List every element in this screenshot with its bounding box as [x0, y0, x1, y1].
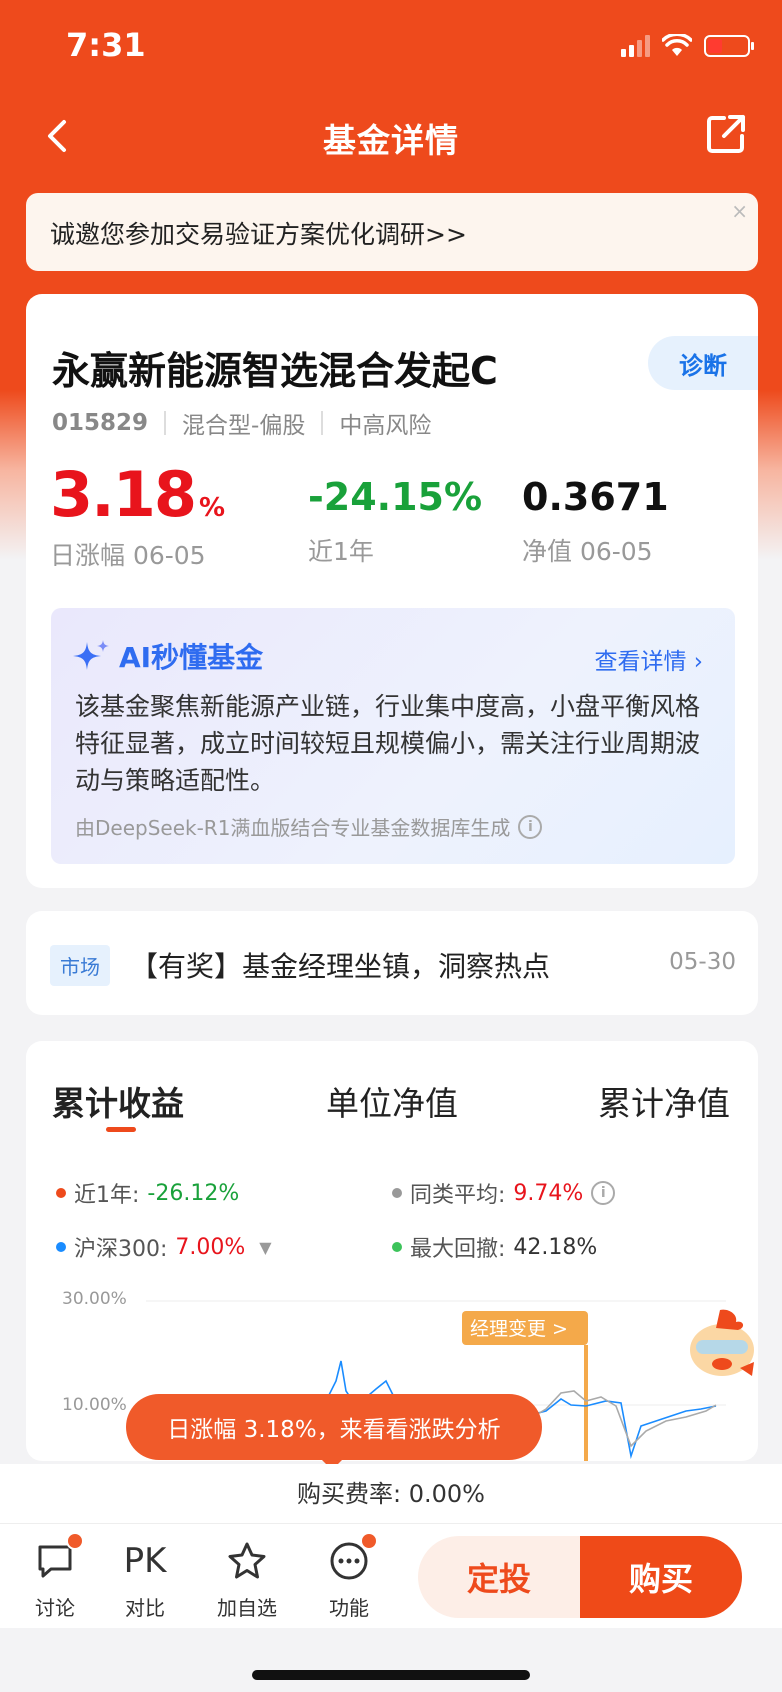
manager-change-label: 经理变更 >	[470, 1318, 568, 1340]
discuss-button[interactable]: 讨论	[10, 1532, 100, 1621]
cellular-signal-icon	[621, 35, 650, 57]
fund-risk: 中高风险	[339, 413, 432, 439]
daily-change-stat: 3.18% 日涨幅 06-05	[50, 458, 225, 572]
divider	[321, 411, 324, 435]
chat-icon	[32, 1532, 84, 1584]
fund-meta: 015829 混合型-偏股 中高风险	[52, 406, 431, 440]
legend-max-drawdown: 最大回撤: 42.18%	[392, 1231, 597, 1263]
divider	[164, 411, 167, 435]
chevron-right-icon: ›	[693, 649, 703, 675]
news-date: 05-30	[669, 949, 736, 975]
legend-dot-drawdown	[392, 1242, 402, 1252]
compare-button[interactable]: PK 对比	[100, 1538, 190, 1621]
notification-dot	[66, 1532, 84, 1550]
mascot-icon[interactable]	[682, 1306, 762, 1380]
sparkle-icon	[73, 640, 109, 670]
caret-down-icon: ▼	[259, 1237, 272, 1257]
ai-more-link[interactable]: 查看详情 ›	[594, 642, 703, 676]
legend-dot-peer	[392, 1188, 402, 1198]
year-change-value: -24.15%	[308, 475, 483, 519]
nav-value: 0.3671	[522, 475, 669, 519]
buy-button[interactable]: 购买	[580, 1536, 742, 1618]
daily-change-label: 日涨幅 06-05	[50, 541, 206, 570]
legend-fund: 近1年: -26.12%	[56, 1177, 239, 1209]
share-icon[interactable]	[702, 110, 750, 158]
status-time: 7:31	[66, 26, 146, 64]
year-change-stat: -24.15% 近1年	[308, 464, 482, 568]
news-title: 【有奖】基金经理坐镇，洞察热点	[130, 950, 551, 983]
ai-source-note: 由DeepSeek-R1满血版结合专业基金数据库生成 i	[75, 812, 543, 841]
nav-bar: 基金详情	[0, 96, 782, 176]
tab-unit-nav[interactable]: 单位净值	[326, 1077, 458, 1125]
diagnose-button[interactable]: 诊断	[648, 336, 758, 390]
year-change-label: 近1年	[308, 537, 374, 566]
bottom-action-bar: 讨论 PK 对比 加自选 功能 定投 购买	[0, 1524, 782, 1628]
legend-index[interactable]: 沪深300: 7.00% ▼	[56, 1231, 272, 1263]
fund-type: 混合型-偏股	[182, 413, 306, 439]
ai-summary-title: AI秒懂基金	[73, 636, 263, 676]
ai-summary-box[interactable]: AI秒懂基金 查看详情 › 该基金聚焦新能源产业链，行业集中度高，小盘平衡风格特…	[51, 608, 735, 864]
nav-label: 净值 06-05	[522, 537, 653, 566]
tab-accumulated-nav[interactable]: 累计净值	[598, 1077, 730, 1125]
news-card[interactable]: 市场 【有奖】基金经理坐镇，洞察热点 05-30	[26, 911, 758, 1015]
wifi-icon	[662, 34, 692, 56]
status-icons	[621, 34, 754, 58]
auto-invest-button[interactable]: 定投	[418, 1536, 580, 1618]
legend-peer-average: 同类平均: 9.74% i	[392, 1177, 616, 1209]
survey-banner-text: 诚邀您参加交易验证方案优化调研>>	[50, 220, 467, 249]
status-bar: 7:31	[0, 0, 782, 96]
home-indicator-area	[0, 1628, 782, 1692]
info-icon[interactable]: i	[518, 814, 543, 839]
nav-stat: 0.3671 净值 06-05	[522, 464, 669, 568]
notification-dot	[360, 1532, 378, 1550]
legend-dot-fund	[56, 1188, 66, 1198]
close-icon[interactable]: ×	[731, 199, 748, 223]
fund-name: 永赢新能源智选混合发起C	[52, 349, 498, 393]
battery-icon	[704, 35, 754, 57]
legend-dot-index	[56, 1242, 66, 1252]
page-title: 基金详情	[323, 121, 459, 160]
ai-summary-text: 该基金聚焦新能源产业链，行业集中度高，小盘平衡风格特征显著，成立时间较短且规模偏…	[75, 692, 701, 795]
star-icon	[224, 1538, 270, 1584]
fund-summary-card: 永赢新能源智选混合发起C 诊断 015829 混合型-偏股 中高风险 3.18%…	[26, 294, 758, 888]
survey-banner[interactable]: 诚邀您参加交易验证方案优化调研>> ×	[26, 193, 758, 271]
discuss-label: 讨论	[35, 1596, 75, 1620]
watch-label: 加自选	[217, 1596, 277, 1620]
functions-label: 功能	[329, 1596, 369, 1620]
tab-cumulative-return[interactable]: 累计收益	[52, 1077, 184, 1125]
daily-change-value: 3.18%	[50, 458, 225, 531]
add-watchlist-button[interactable]: 加自选	[202, 1538, 292, 1621]
purchase-fee-bar: 购买费率: 0.00%	[0, 1464, 782, 1524]
news-tag: 市场	[50, 945, 110, 986]
fund-code: 015829	[52, 410, 149, 436]
pk-icon: PK	[123, 1541, 167, 1581]
functions-button[interactable]: 功能	[304, 1532, 394, 1621]
info-icon[interactable]: i	[591, 1181, 616, 1205]
compare-label: 对比	[125, 1596, 165, 1620]
peer-series-line	[525, 1390, 717, 1448]
active-tab-indicator	[106, 1127, 136, 1132]
home-indicator[interactable]	[252, 1670, 530, 1680]
analysis-tooltip[interactable]: 日涨幅 3.18%，来看看涨跌分析	[126, 1394, 542, 1460]
more-dots-icon	[326, 1532, 378, 1584]
